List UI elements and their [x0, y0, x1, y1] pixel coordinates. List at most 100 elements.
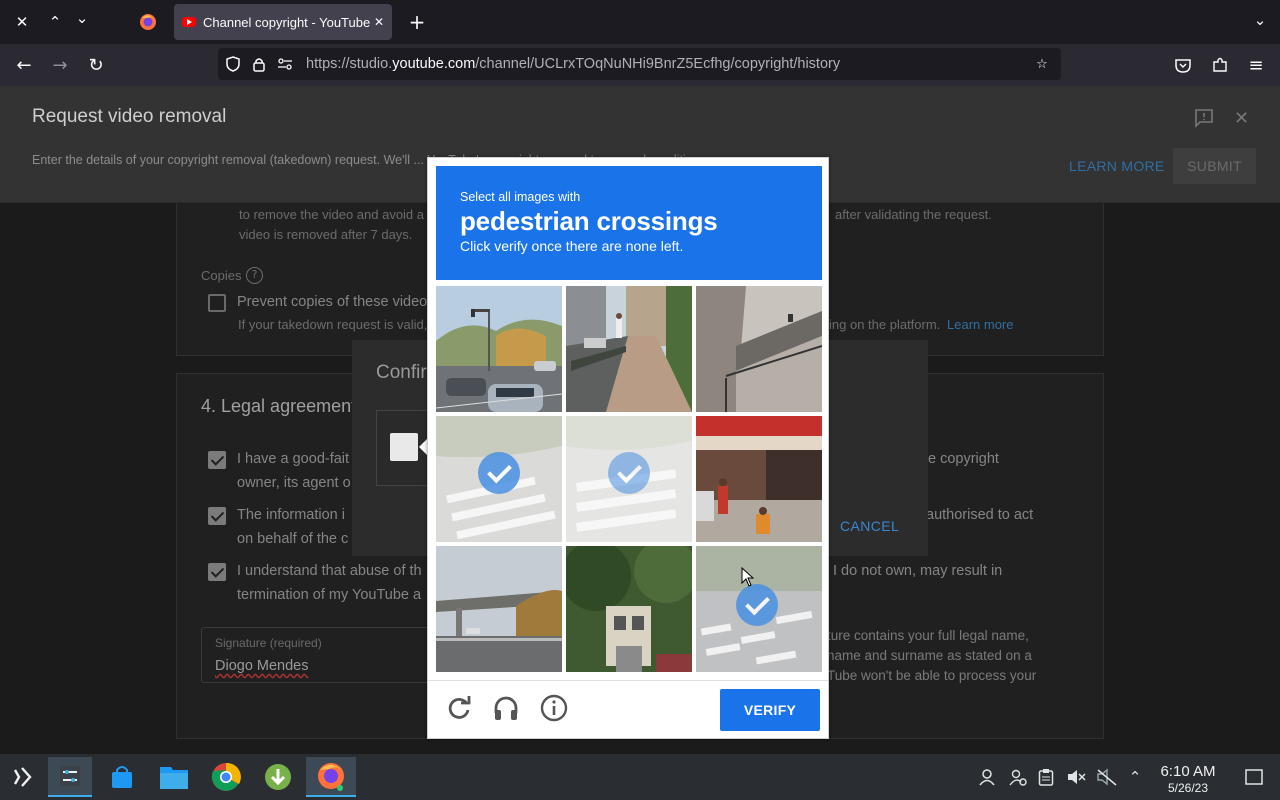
notice-line-1: to remove the video and avoid a c — [239, 207, 435, 222]
bookmark-star-icon[interactable]: ☆ — [1029, 51, 1055, 77]
challenge-header: Select all images with pedestrian crossi… — [436, 166, 822, 280]
file-manager-task[interactable] — [152, 757, 196, 797]
extensions-icon[interactable] — [1205, 50, 1235, 80]
legal-1-text-right: e copyright — [928, 451, 999, 467]
signature-field[interactable]: Signature (required) Diogo Mendes — [201, 627, 441, 683]
permissions-icon[interactable] — [272, 51, 298, 77]
app-launcher-icon[interactable] — [0, 757, 44, 797]
store-bag-icon — [112, 766, 132, 788]
folder-icon — [160, 767, 188, 789]
volume-muted-icon[interactable] — [1065, 766, 1087, 788]
tab-title: Channel copyright - YouTube — [203, 14, 371, 30]
page-title: Request video removal — [32, 106, 227, 127]
good-faith-checkbox[interactable] — [208, 451, 226, 469]
list-tabs-icon[interactable]: ⌄ — [1246, 6, 1274, 34]
info-icon[interactable] — [539, 693, 569, 723]
challenge-tile-2[interactable] — [566, 286, 692, 412]
challenge-tile-8[interactable] — [566, 546, 692, 672]
forward-icon[interactable]: → — [45, 50, 75, 80]
verify-button[interactable]: VERIFY — [720, 689, 820, 731]
system-settings-task[interactable] — [48, 757, 92, 797]
challenge-tile-1[interactable] — [436, 286, 562, 412]
shield-icon[interactable] — [220, 51, 246, 77]
back-icon[interactable]: ← — [9, 50, 39, 80]
clock-time[interactable]: 6:10 AM — [1153, 763, 1223, 780]
youtube-favicon-icon — [182, 17, 196, 27]
prevent-copies-note: If your takedown request is valid, — [238, 317, 428, 332]
legal-2-text: The information i — [237, 507, 345, 523]
tile-selected-check-icon — [608, 452, 650, 494]
close-icon[interactable]: ✕ — [1234, 108, 1254, 129]
pocket-icon[interactable] — [1168, 50, 1198, 80]
firefox-task[interactable] — [306, 757, 356, 797]
close-tab-icon[interactable]: ✕ — [374, 15, 384, 29]
tray-expand-icon[interactable]: ⌃ — [1124, 766, 1146, 788]
prevent-copies-learn-more-link[interactable]: Learn more — [947, 317, 1013, 332]
legal-3-text-right: I do not own, may result in — [833, 563, 1003, 579]
reload-challenge-icon[interactable] — [444, 693, 474, 723]
challenge-target: pedestrian crossings — [460, 206, 718, 236]
recaptcha-checkbox[interactable] — [390, 433, 418, 461]
browser-nav-bar: ← → ↻ https://studio.youtube.com/channel… — [0, 44, 1280, 86]
challenge-hint: Click verify once there are none left. — [460, 238, 684, 254]
url-bar[interactable]: https://studio.youtube.com/channel/UCLrx… — [218, 48, 1061, 80]
reload-icon[interactable]: ↻ — [81, 50, 111, 80]
signature-value: Diogo Mendes — [215, 658, 309, 674]
feedback-icon[interactable] — [1194, 108, 1214, 128]
new-tab-icon[interactable]: + — [403, 8, 431, 36]
discover-store-task[interactable] — [100, 757, 144, 797]
signature-note-3: Tube won't be able to process your — [827, 668, 1037, 683]
signature-note-2: name and surname as stated on a — [827, 648, 1032, 663]
url-text: https://studio.youtube.com/channel/UCLrx… — [306, 56, 841, 72]
learn-more-link[interactable]: LEARN MORE — [1069, 158, 1165, 174]
chrome-icon — [211, 762, 241, 791]
audio-challenge-icon[interactable] — [491, 693, 521, 723]
confirm-dialog-title: Confir — [376, 362, 427, 383]
challenge-tile-3[interactable] — [696, 286, 822, 412]
microphone-muted-icon[interactable] — [1096, 766, 1118, 788]
legal-agreement-title: 4. Legal agreement — [201, 396, 357, 416]
legal-2-text-right: authorised to act — [926, 507, 1034, 523]
copies-label: Copies — [201, 268, 242, 283]
mouse-cursor-icon — [741, 567, 755, 587]
help-icon[interactable]: ? — [246, 267, 263, 284]
challenge-tile-5[interactable] — [566, 416, 692, 542]
legal-3-text: I understand that abuse of th — [237, 563, 422, 579]
challenge-tile-9[interactable] — [696, 546, 822, 672]
user-icon[interactable] — [976, 766, 998, 788]
abuse-understand-checkbox[interactable] — [208, 563, 226, 581]
tile-selected-check-icon — [478, 452, 520, 494]
challenge-instruction: Select all images with — [460, 190, 581, 204]
firefox-icon — [318, 763, 344, 791]
tile-selected-check-icon — [736, 584, 778, 626]
menu-icon[interactable]: ≡ — [1241, 50, 1271, 80]
legal-3-text-line2: termination of my YouTube a — [237, 587, 422, 603]
notice-line-1-right: after validating the request. — [835, 207, 992, 222]
lock-icon[interactable] — [246, 51, 272, 77]
tab-firefox-view[interactable] — [126, 4, 170, 40]
cancel-button[interactable]: CANCEL — [840, 518, 899, 534]
challenge-tile-4[interactable] — [436, 416, 562, 542]
signature-label: Signature (required) — [215, 636, 322, 650]
challenge-tile-7[interactable] — [436, 546, 562, 672]
taskbar: ⌃ 6:10 AM 5/26/23 — [0, 754, 1280, 800]
prevent-copies-note-right: ing on the platform. — [829, 317, 941, 332]
chevron-up-icon[interactable]: ⌃ — [41, 8, 69, 36]
chrome-task[interactable] — [204, 757, 248, 797]
downloader-task[interactable] — [256, 757, 300, 797]
clipboard-icon[interactable] — [1035, 766, 1057, 788]
prevent-copies-checkbox[interactable] — [208, 294, 226, 312]
chevron-down-icon[interactable]: ⌄ — [68, 4, 96, 32]
browser-tab-bar: ✕ ⌃ ⌄ Channel copyright - YouTube ✕ + ⌄ — [0, 0, 1280, 44]
information-accurate-checkbox[interactable] — [208, 507, 226, 525]
challenge-tile-6[interactable] — [696, 416, 822, 542]
clock-date[interactable]: 5/26/23 — [1153, 781, 1223, 795]
submit-button[interactable]: SUBMIT — [1173, 148, 1256, 184]
tab-channel-copyright[interactable]: Channel copyright - YouTube ✕ — [174, 4, 392, 40]
legal-1-text: I have a good-fait — [237, 451, 350, 467]
close-window-icon[interactable]: ✕ — [8, 8, 36, 36]
show-desktop-icon[interactable] — [1243, 766, 1265, 788]
user-switch-icon[interactable] — [1007, 766, 1029, 788]
challenge-image-grid — [436, 286, 822, 672]
firefox-icon — [140, 14, 156, 30]
